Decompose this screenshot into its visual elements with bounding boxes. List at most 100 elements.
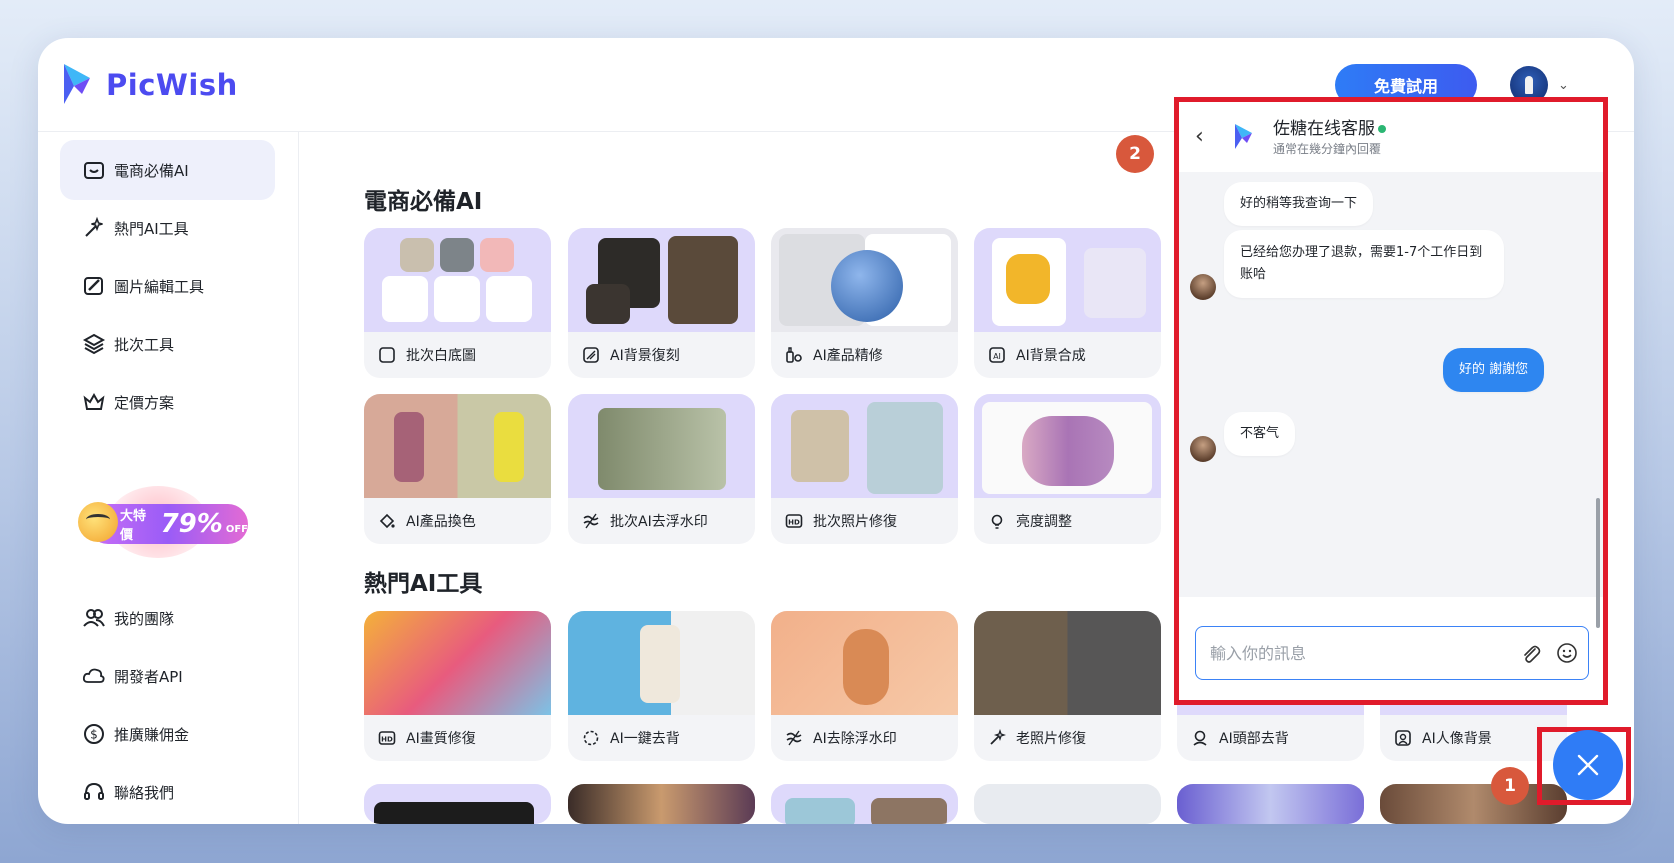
tool-card[interactable] [1177,784,1364,824]
sidebar-item-developer-api[interactable]: 開發者API [60,646,275,706]
sidebar-item-label: 我的團隊 [114,609,175,628]
sidebar-item-batch-tools[interactable]: 批次工具 [60,314,275,374]
card-label: AI背景復刻 [568,332,755,378]
sidebar-item-affiliate[interactable]: $ 推廣賺佣金 [60,704,275,764]
sidebar-item-pricing[interactable]: 定價方案 [60,372,275,432]
card-thumbnail [974,394,1161,498]
chat-scrollbar[interactable] [1596,498,1600,628]
close-icon [1577,754,1599,776]
tool-card[interactable] [974,784,1161,824]
card-thumbnail [771,611,958,715]
card-label-text: AI背景復刻 [610,348,680,364]
tool-card[interactable]: AI產品精修 [771,228,958,378]
hd-icon: HD [785,514,803,528]
tool-card[interactable]: AI產品換色 [364,394,551,544]
agent-message: 好的稍等我查询一下 [1224,182,1374,226]
tool-card[interactable]: HD AI畫質修復 [364,611,551,761]
emoji-icon[interactable] [1556,642,1578,664]
card-label-text: AI產品精修 [813,348,883,364]
card-thumbnail [364,394,551,498]
card-label: 亮度調整 [974,498,1161,544]
card-thumbnail [364,611,551,715]
promo-off: OFF [225,523,248,535]
svg-text:$: $ [90,728,98,742]
section-title: 熱門AI工具 [364,571,483,597]
paint-bucket-icon [379,513,395,529]
card-thumbnail [771,228,958,332]
promo-percent: 79% [160,509,223,539]
close-chat-button[interactable] [1553,730,1623,800]
cloud-api-icon [82,668,105,683]
sidebar-item-label: 電商必備AI [114,161,189,180]
user-message: 好的 謝謝您 [1443,348,1545,392]
card-label: AI產品精修 [771,332,958,378]
message-input[interactable] [1210,627,1500,679]
card-label-text: 亮度調整 [1016,514,1072,530]
card-label: AI去除浮水印 [771,715,958,761]
tool-card[interactable] [364,784,551,824]
team-icon [83,609,105,627]
card-thumbnail [568,611,755,715]
card-label-text: AI去除浮水印 [813,731,897,747]
tool-card[interactable]: AI去除浮水印 [771,611,958,761]
tool-card[interactable] [568,784,755,824]
picwish-logo[interactable]: PicWish [60,60,238,110]
svg-text:HD: HD [788,519,800,527]
sidebar-item-label: 聯絡我們 [114,783,175,802]
card-thumbnail [771,784,958,824]
card-label: 老照片修復 [974,715,1161,761]
sidebar-item-image-editing[interactable]: 圖片編輯工具 [60,256,275,316]
card-label-text: AI一鍵去背 [610,731,680,747]
chat-panel: ‹ 佐糖在线客服 通常在幾分鐘內回覆 好的稍等我查询一下 已经给您办理了退款，需… [1174,97,1608,705]
layers-icon [583,347,599,363]
paperclip-icon[interactable] [1520,643,1542,665]
magic-wand-icon [85,216,103,237]
sidebar-item-hot-ai-tools[interactable]: 熱門AI工具 [60,198,275,258]
card-label: AI產品換色 [364,498,551,544]
image-edit-icon [84,277,103,295]
step-badge-1: 1 [1491,767,1529,805]
card-label: HD 批次照片修復 [771,498,958,544]
tool-card[interactable]: AI AI背景合成 [974,228,1161,378]
back-arrow-icon[interactable]: ‹ [1195,124,1204,149]
sidebar-item-label: 圖片編輯工具 [114,277,205,296]
tool-card[interactable]: AI背景復刻 [568,228,755,378]
card-label: AI AI背景合成 [974,332,1161,378]
tool-card[interactable]: 老照片修復 [974,611,1161,761]
promo-small-text: 大特價 [120,509,147,543]
card-thumbnail [568,228,755,332]
tool-card[interactable]: HD 批次照片修復 [771,394,958,544]
cutout-icon [583,730,599,746]
card-thumbnail [974,611,1161,715]
chevron-down-icon[interactable]: ⌄ [1558,78,1569,93]
bulb-icon [991,514,1003,529]
tool-card[interactable] [771,784,958,824]
ai-bg-icon: AI [989,347,1005,363]
online-status-dot [1378,125,1386,133]
promo-banner[interactable]: 大特價 79% OFF [78,486,254,558]
chat-agent-name: 佐糖在线客服 [1273,114,1386,139]
tool-card[interactable]: 批次AI去浮水印 [568,394,755,544]
card-label-text: AI人像背景 [1422,731,1492,747]
sidebar-item-contact-us[interactable]: 聯絡我們 [60,762,275,822]
hd-icon: HD [378,731,396,745]
headset-icon [84,782,104,800]
card-thumbnail [364,228,551,332]
chat-header: ‹ 佐糖在线客服 通常在幾分鐘內回覆 [1179,102,1603,172]
card-label: 批次白底圖 [364,332,551,378]
shop-icon [84,162,104,179]
tool-card[interactable]: AI一鍵去背 [568,611,755,761]
sidebar-item-my-team[interactable]: 我的團隊 [60,588,275,648]
crown-icon [83,392,105,410]
sidebar-item-label: 定價方案 [114,393,175,412]
sidebar-item-ecommerce-ai[interactable]: 電商必備AI [60,140,275,200]
tool-card[interactable]: 批次白底圖 [364,228,551,378]
watermark-icon [583,513,599,529]
card-label-text: 批次白底圖 [406,348,476,364]
head-icon [1193,730,1207,746]
card-thumbnail [1177,784,1364,824]
tool-card[interactable]: 亮度調整 [974,394,1161,544]
stack-icon [82,333,106,355]
sidebar-item-label: 開發者API [114,667,183,686]
card-label: AI頭部去背 [1177,715,1364,761]
